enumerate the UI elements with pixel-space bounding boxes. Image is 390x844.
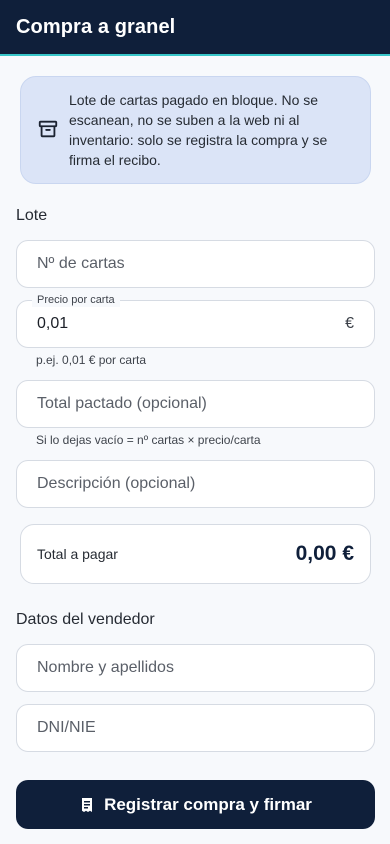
total-summary: Total a pagar 0,00 € (20, 524, 371, 584)
nombre-input[interactable] (37, 659, 354, 677)
register-purchase-label: Registrar compra y firmar (104, 794, 312, 814)
total-pactado-field[interactable] (16, 380, 375, 428)
num-cartas-field[interactable] (16, 240, 375, 288)
receipt-icon (82, 797, 93, 812)
total-value: 0,00 € (295, 542, 354, 565)
dni-input[interactable] (37, 719, 354, 737)
section-label-lote: Lote (16, 207, 48, 224)
app-bar: Compra a granel (0, 0, 390, 56)
precio-carta-label: Precio por carta (32, 293, 120, 307)
precio-carta-field[interactable]: Precio por carta € (16, 293, 375, 348)
register-purchase-button[interactable]: Registrar compra y firmar (16, 780, 375, 829)
total-label: Total a pagar (37, 546, 118, 562)
total-pactado-helper: Si lo dejas vacío = nº cartas × precio/c… (36, 433, 261, 447)
precio-carta-input[interactable] (37, 315, 338, 333)
num-cartas-input[interactable] (37, 255, 354, 273)
info-text: Lote de cartas pagado en bloque. No se e… (69, 92, 328, 168)
currency-suffix: € (345, 315, 354, 332)
total-pactado-input[interactable] (37, 395, 354, 413)
archive-box-icon (38, 120, 58, 138)
precio-carta-helper: p.ej. 0,01 € por carta (36, 353, 147, 367)
section-label-vendedor: Datos del vendedor (16, 611, 155, 628)
descripcion-input[interactable] (37, 475, 354, 493)
info-banner: Lote de cartas pagado en bloque. No se e… (20, 76, 371, 184)
page-title: Compra a granel (16, 15, 176, 38)
nombre-field[interactable] (16, 644, 375, 692)
descripcion-field[interactable] (16, 460, 375, 508)
dni-field[interactable] (16, 704, 375, 752)
